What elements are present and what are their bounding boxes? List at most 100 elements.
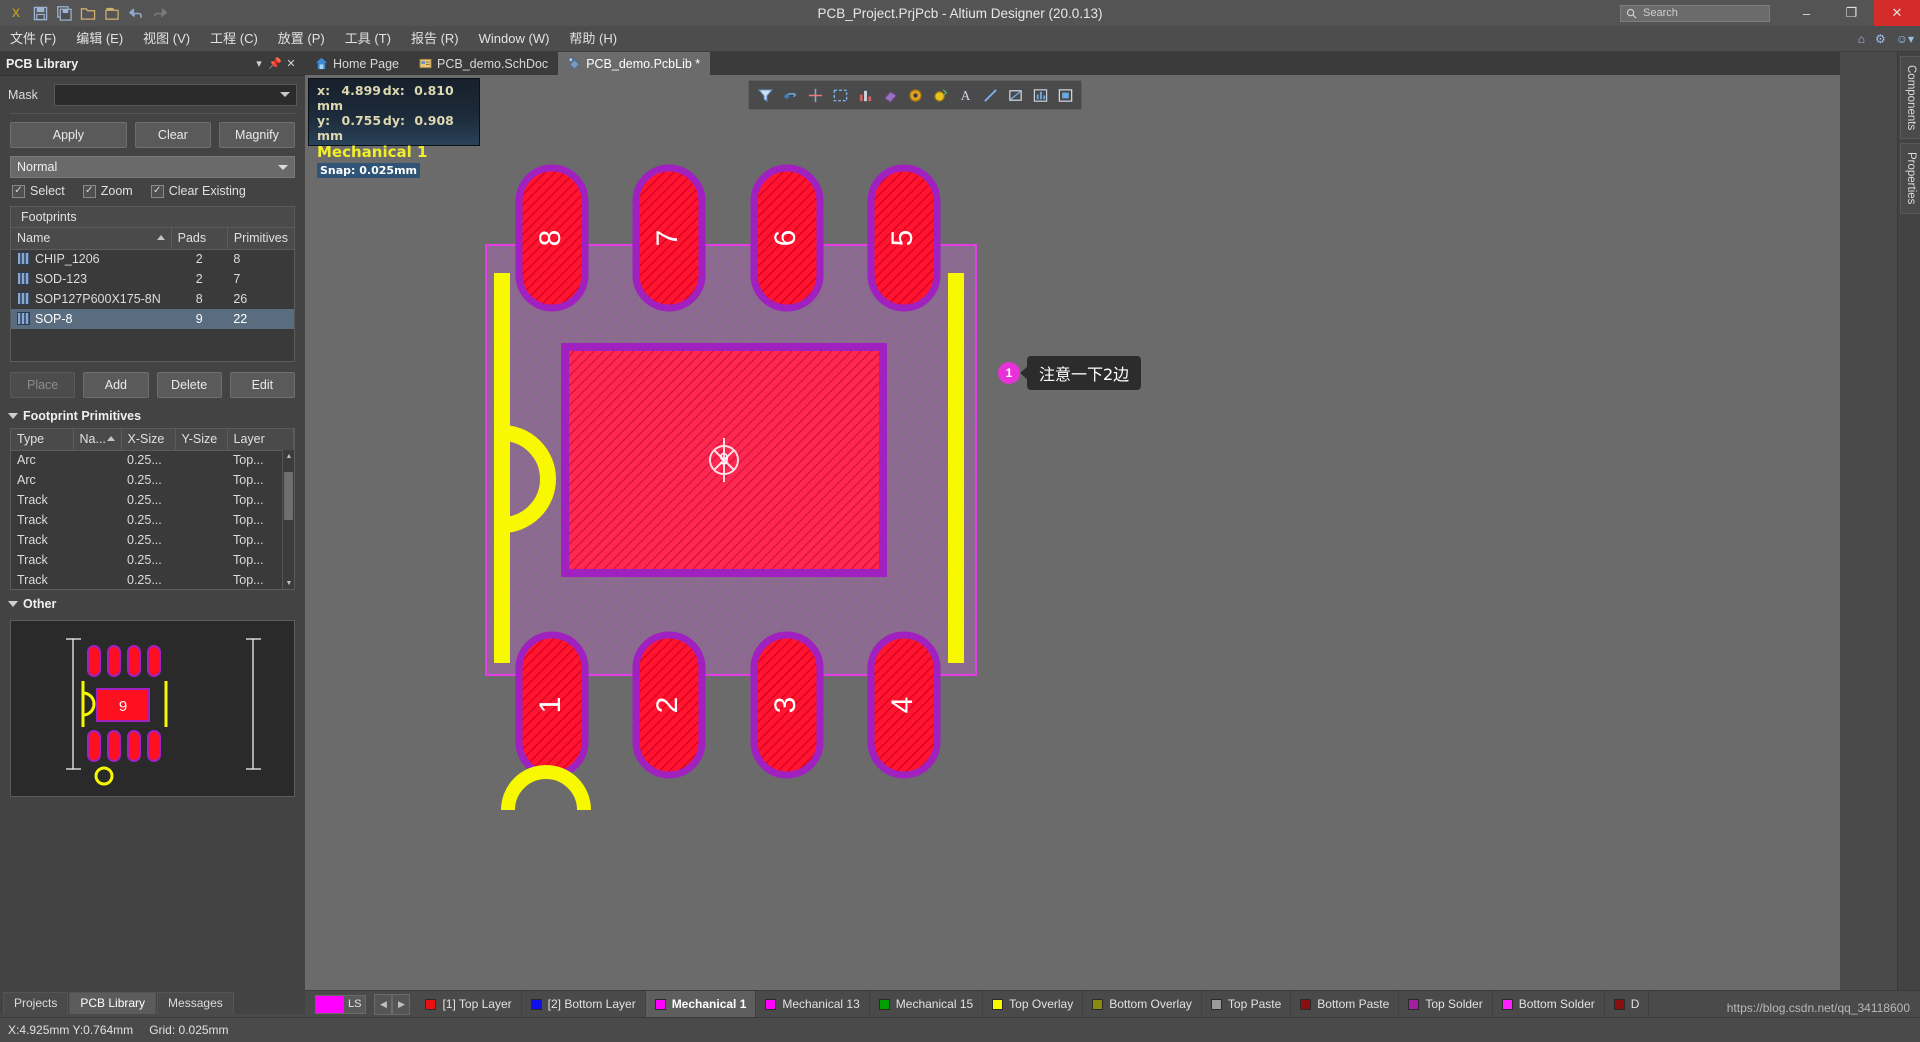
apply-button[interactable]: Apply (10, 122, 127, 148)
table-row[interactable]: Track 0.25... Top... (11, 550, 294, 570)
chevron-down-icon[interactable] (278, 165, 288, 170)
dock-tab-properties[interactable]: Properties (1900, 143, 1920, 214)
scroll-up-icon[interactable]: ▲ (283, 450, 294, 462)
undo-icon[interactable] (125, 2, 147, 24)
altium-logo-icon[interactable]: x (5, 2, 27, 24)
table-row[interactable]: Track 0.25... Top... (11, 510, 294, 530)
board-icon[interactable] (1053, 83, 1077, 107)
menu-window[interactable]: Window (W) (469, 26, 560, 52)
layer-tab-top-paste[interactable]: Top Paste (1202, 991, 1292, 1017)
table-row[interactable]: Track 0.25... Top... (11, 530, 294, 550)
scrollbar-thumb[interactable] (284, 472, 293, 520)
menu-view[interactable]: 视图 (V) (133, 26, 200, 52)
chart-icon[interactable] (853, 83, 877, 107)
select-area-icon[interactable] (828, 83, 852, 107)
table-row[interactable]: SOD-123 2 7 (11, 269, 294, 289)
menu-reports[interactable]: 报告 (R) (401, 26, 469, 52)
close-icon[interactable]: ✕ (283, 57, 299, 70)
table-row[interactable]: Arc 0.25... Top... (11, 470, 294, 490)
checkbox-clear-existing[interactable]: ✓ Clear Existing (150, 184, 246, 198)
chevron-right-icon[interactable]: ▶ (392, 993, 411, 1015)
layer-tab-mechanical-1[interactable]: Mechanical 1 (645, 991, 757, 1017)
layer-tab-bottom-layer[interactable]: [2] Bottom Layer (522, 991, 646, 1017)
delete-button[interactable]: Delete (156, 372, 222, 398)
panel-tab-projects[interactable]: Projects (3, 992, 69, 1014)
close-button[interactable]: ✕ (1874, 0, 1920, 26)
primitives-scrollbar[interactable]: ▲ ▼ (282, 450, 294, 589)
checkbox-zoom[interactable]: ✓ Zoom (82, 184, 133, 198)
chevron-down-icon[interactable] (280, 92, 290, 97)
graph-icon[interactable] (1028, 83, 1052, 107)
line-icon[interactable] (978, 83, 1002, 107)
column-header-primitives[interactable]: Primitives (227, 228, 294, 250)
dock-tab-components[interactable]: Components (1900, 56, 1920, 140)
chevron-down-icon[interactable]: ▾ (251, 57, 267, 70)
column-header-name[interactable]: Na... (73, 429, 122, 451)
tab-home-page[interactable]: Home Page (305, 52, 409, 75)
gear-icon[interactable]: ⚙ (1875, 32, 1886, 46)
chevron-left-icon[interactable]: ◀ (374, 993, 393, 1015)
table-row[interactable]: Arc 0.25... Top... (11, 450, 294, 470)
layer-tab-top-layer[interactable]: [1] Top Layer (416, 991, 522, 1017)
menu-help[interactable]: 帮助 (H) (559, 26, 627, 52)
layer-tab-bottom-overlay[interactable]: Bottom Overlay (1083, 991, 1202, 1017)
footprint-primitives-header[interactable]: Footprint Primitives (0, 402, 305, 428)
mode-combo[interactable]: Normal (10, 156, 295, 178)
column-header-xsize[interactable]: X-Size (121, 429, 176, 451)
column-header-layer[interactable]: Layer (227, 429, 294, 451)
via-icon[interactable] (928, 83, 952, 107)
panel-tab-messages[interactable]: Messages (157, 992, 234, 1014)
column-header-ysize[interactable]: Y-Size (175, 429, 228, 451)
edit-button[interactable]: Edit (229, 372, 295, 398)
panel-tab-pcb-library[interactable]: PCB Library (69, 992, 157, 1014)
pcb-canvas[interactable]: 8 7 6 5 1 2 3 4 9 x: 4.899 dx: 0.810 mm … (305, 75, 1840, 990)
maximize-button[interactable]: ❐ (1829, 0, 1874, 26)
magnify-button[interactable]: Magnify (218, 122, 295, 148)
crosshair-icon[interactable] (803, 83, 827, 107)
layer-tab-top-overlay[interactable]: Top Overlay (983, 991, 1084, 1017)
table-row[interactable]: SOP-8 9 22 (11, 309, 294, 329)
eraser-icon[interactable] (878, 83, 902, 107)
layer-tab-bottom-paste[interactable]: Bottom Paste (1291, 991, 1400, 1017)
search-input[interactable]: Search (1620, 4, 1770, 22)
place-button[interactable]: Place (10, 372, 76, 398)
user-icon[interactable]: ☺▾ (1896, 32, 1914, 46)
tab-pcb-demo-schdoc[interactable]: PCB_demo.SchDoc (409, 52, 558, 75)
pin-icon[interactable]: 📌 (267, 57, 283, 70)
scroll-down-icon[interactable]: ▼ (283, 577, 294, 589)
menu-tools[interactable]: 工具 (T) (335, 26, 401, 52)
menu-file[interactable]: 文件 (F) (0, 26, 66, 52)
layer-tab-bottom-solder[interactable]: Bottom Solder (1493, 991, 1605, 1017)
open-icon[interactable] (77, 2, 99, 24)
checkbox-select[interactable]: ✓ Select (12, 184, 65, 198)
clear-button[interactable]: Clear (134, 122, 211, 148)
mask-input[interactable] (54, 84, 297, 106)
menu-edit[interactable]: 编辑 (E) (66, 26, 133, 52)
polygon-icon[interactable] (1003, 83, 1027, 107)
primitives-table[interactable]: Type Na... X-Size Y-Size Layer Arc 0.25..… (11, 429, 294, 589)
layer-tab-mechanical-13[interactable]: Mechanical 13 (756, 991, 870, 1017)
layer-tab-drill[interactable]: D (1605, 991, 1650, 1017)
column-header-type[interactable]: Type (11, 429, 74, 451)
column-header-name[interactable]: Name (11, 228, 172, 250)
table-row[interactable]: CHIP_1206 2 8 (11, 249, 294, 269)
menu-project[interactable]: 工程 (C) (200, 26, 268, 52)
text-icon[interactable]: A (953, 83, 977, 107)
save-icon[interactable] (29, 2, 51, 24)
table-row[interactable]: Track 0.25... Top... (11, 570, 294, 589)
save-all-icon[interactable] (53, 2, 75, 24)
layer-tab-top-solder[interactable]: Top Solder (1399, 991, 1493, 1017)
footprints-table[interactable]: Name Pads Primitives CHIP_1206 2 8 SOD-1… (11, 228, 294, 329)
filter-icon[interactable] (753, 83, 777, 107)
menu-place[interactable]: 放置 (P) (268, 26, 335, 52)
other-section-header[interactable]: Other (0, 590, 305, 616)
open-project-icon[interactable] (101, 2, 123, 24)
table-row[interactable]: Track 0.25... Top... (11, 490, 294, 510)
add-button[interactable]: Add (83, 372, 149, 398)
layer-set-selector[interactable]: LS (315, 994, 367, 1014)
home-icon[interactable]: ⌂ (1858, 32, 1865, 46)
layer-tab-mechanical-15[interactable]: Mechanical 15 (870, 991, 984, 1017)
measure-icon[interactable] (778, 83, 802, 107)
tab-pcb-demo-pcblib[interactable]: PCB_demo.PcbLib * (558, 52, 711, 75)
column-header-pads[interactable]: Pads (171, 228, 228, 250)
